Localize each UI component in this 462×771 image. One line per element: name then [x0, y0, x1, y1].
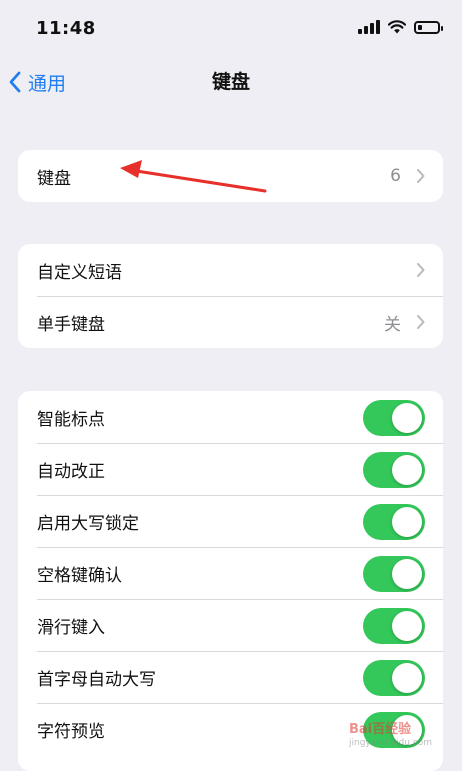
watermark-url: jingyan.baidu.com: [349, 738, 433, 748]
watermark-text: Bai百经验: [349, 722, 412, 737]
one-handed-keyboard-row[interactable]: 单手键盘 关: [18, 296, 443, 348]
one-handed-keyboard-label: 单手键盘: [37, 314, 105, 335]
auto-capitalization-row: 首字母自动大写: [18, 651, 443, 703]
smart-punctuation-row: 智能标点: [18, 391, 443, 443]
caps-lock-label: 启用大写锁定: [37, 513, 139, 534]
page-title: 键盘: [211, 71, 250, 93]
status-bar: 11:48: [0, 0, 462, 60]
status-time: 11:48: [36, 18, 96, 39]
auto-capitalization-label: 首字母自动大写: [37, 669, 156, 690]
auto-correction-label: 自动改正: [37, 461, 105, 482]
space-confirm-toggle[interactable]: [363, 556, 425, 592]
keyboards-count: 6: [390, 166, 401, 186]
toggle-knob: [392, 403, 422, 433]
text-replacement-row[interactable]: 自定义短语: [18, 244, 443, 296]
auto-correction-row: 自动改正: [18, 443, 443, 495]
space-confirm-label: 空格键确认: [37, 565, 122, 586]
navigation-bar: 通用 键盘: [0, 62, 462, 102]
annotation-arrow-icon: [120, 160, 267, 193]
chevron-right-icon: [417, 263, 425, 277]
chevron-right-icon: [417, 315, 425, 329]
slide-to-type-label: 滑行键入: [37, 617, 105, 638]
smart-punctuation-toggle[interactable]: [363, 400, 425, 436]
toggle-knob: [392, 559, 422, 589]
status-icons: [358, 20, 443, 34]
cellular-signal-icon: [358, 20, 380, 34]
auto-capitalization-toggle[interactable]: [363, 660, 425, 696]
slide-to-type-toggle[interactable]: [363, 608, 425, 644]
slide-to-type-row: 滑行键入: [18, 599, 443, 651]
space-confirm-row: 空格键确认: [18, 547, 443, 599]
keyboards-label: 键盘: [37, 168, 71, 189]
toggle-knob: [392, 455, 422, 485]
chevron-right-icon: [417, 169, 425, 183]
toggle-knob: [392, 507, 422, 537]
caps-lock-row: 启用大写锁定: [18, 495, 443, 547]
watermark: Bai百经验 jingyan.baidu.com: [345, 716, 455, 756]
caps-lock-toggle[interactable]: [363, 504, 425, 540]
keyboard-toggles-group: 智能标点 自动改正 启用大写锁定 空格键确认 滑行键入 首字母自动大写 字符预览: [18, 391, 443, 771]
text-replacement-label: 自定义短语: [37, 262, 122, 283]
auto-correction-toggle[interactable]: [363, 452, 425, 488]
toggle-knob: [392, 611, 422, 641]
smart-punctuation-label: 智能标点: [37, 409, 105, 430]
wifi-icon: [388, 20, 406, 34]
one-handed-keyboard-value: 关: [384, 314, 401, 335]
character-preview-label: 字符预览: [37, 721, 105, 742]
battery-icon: [414, 20, 443, 34]
toggle-knob: [392, 663, 422, 693]
text-group: 自定义短语 单手键盘 关: [18, 244, 443, 348]
